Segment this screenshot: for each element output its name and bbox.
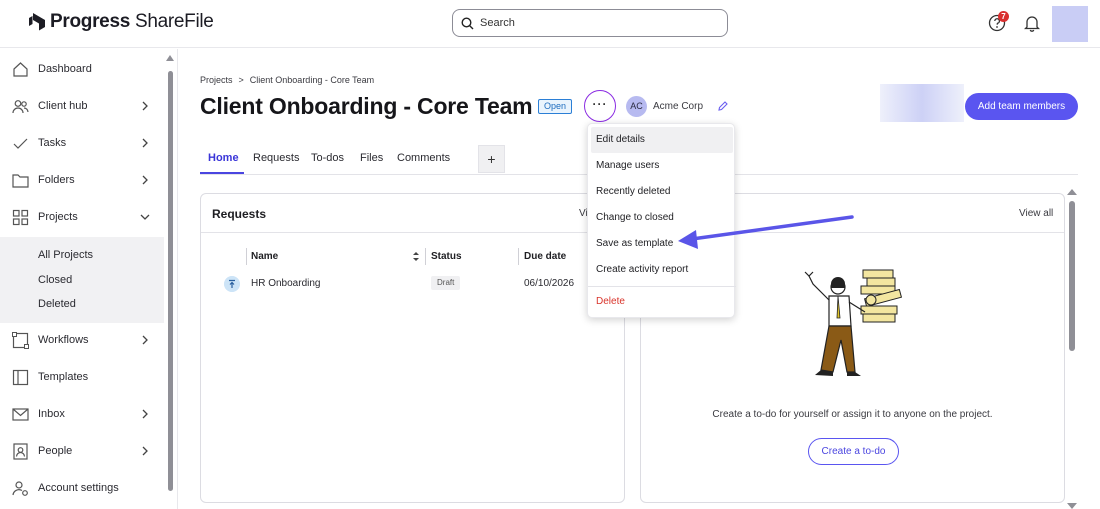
tab-todos[interactable]: To-dos — [311, 152, 344, 164]
bell-icon[interactable] — [1024, 14, 1040, 32]
request-name[interactable]: HR Onboarding — [251, 278, 320, 289]
sidebar-subitem-closed[interactable]: Closed — [38, 274, 72, 286]
column-header-name[interactable]: Name — [251, 251, 278, 262]
top-bar: Progress ShareFile 7 — [0, 0, 1100, 48]
menu-item-edit-details[interactable]: Edit details — [591, 127, 733, 153]
user-avatar[interactable] — [1052, 6, 1088, 42]
check-icon — [13, 138, 28, 149]
add-team-members-button[interactable]: Add team members — [965, 93, 1078, 120]
contact-icon — [13, 442, 28, 460]
chevron-right-icon — [142, 446, 148, 456]
sidebar: Dashboard Client hub Tasks Folders Proje… — [0, 49, 178, 509]
sidebar-item-tasks[interactable]: Tasks — [0, 125, 164, 161]
sidebar-item-account-settings[interactable]: Account settings — [0, 470, 164, 506]
column-separator — [518, 248, 519, 265]
breadcrumb-separator: > — [238, 75, 244, 85]
sidebar-item-folders[interactable]: Folders — [0, 162, 164, 198]
notification-count-badge: 7 — [998, 11, 1009, 22]
template-icon — [12, 369, 29, 385]
menu-item-manage-users[interactable]: Manage users — [588, 153, 736, 179]
scroll-down-arrow-icon[interactable] — [1067, 503, 1077, 509]
mail-icon — [12, 407, 29, 421]
divider — [201, 232, 624, 233]
menu-item-delete[interactable]: Delete — [588, 289, 736, 315]
menu-divider — [588, 286, 736, 287]
search-box[interactable] — [452, 9, 728, 37]
folder-icon — [12, 173, 29, 188]
scroll-up-arrow-icon[interactable] — [166, 55, 174, 61]
chevron-right-icon — [142, 138, 148, 148]
client-name[interactable]: Acme Corp — [653, 101, 703, 112]
logo-text: Progress ShareFile — [50, 11, 214, 32]
tab-home[interactable]: Home — [208, 152, 239, 164]
client-avatar: AC — [626, 96, 647, 117]
sidebar-item-inbox[interactable]: Inbox — [0, 396, 164, 432]
sidebar-item-workflows[interactable]: Workflows — [0, 322, 164, 358]
add-tab-button[interactable]: + — [478, 145, 505, 173]
breadcrumb: Projects > Client Onboarding - Core Team — [200, 75, 374, 85]
tab-files[interactable]: Files — [360, 152, 383, 164]
sidebar-subitem-deleted[interactable]: Deleted — [38, 298, 76, 310]
sharefile-logo[interactable]: Progress ShareFile — [28, 11, 214, 33]
progress-logo-icon — [29, 13, 45, 31]
todos-view-all-link[interactable]: View all — [1019, 208, 1053, 219]
requests-card: Requests Vi Name Status Due date HR Onbo… — [200, 193, 625, 503]
tab-requests[interactable]: Requests — [253, 152, 299, 164]
chevron-right-icon — [142, 335, 148, 345]
column-separator — [246, 248, 247, 265]
column-separator — [425, 248, 426, 265]
chevron-down-icon — [140, 214, 150, 220]
search-icon — [461, 16, 474, 29]
grid-icon — [12, 209, 29, 225]
chevron-right-icon — [142, 175, 148, 185]
tab-comments[interactable]: Comments — [397, 152, 450, 164]
active-tab-indicator — [200, 172, 244, 174]
sidebar-scrollbar[interactable] — [166, 55, 174, 493]
create-todo-button[interactable]: Create a to-do — [808, 438, 899, 465]
more-options-button[interactable]: ··· — [584, 90, 616, 122]
requests-card-title: Requests — [212, 207, 267, 221]
menu-item-save-as-template[interactable]: Save as template — [588, 231, 736, 257]
pencil-icon[interactable] — [717, 100, 729, 112]
scroll-up-arrow-icon[interactable] — [1067, 189, 1077, 195]
sidebar-item-projects[interactable]: Projects — [0, 199, 164, 235]
sidebar-subitem-all-projects[interactable]: All Projects — [38, 249, 93, 261]
blurred-team-avatars — [880, 84, 964, 122]
home-icon — [13, 61, 28, 77]
page-title: Client Onboarding - Core Team — [200, 93, 533, 119]
projects-submenu: All Projects Closed Deleted — [0, 237, 164, 323]
menu-item-change-to-closed[interactable]: Change to closed — [588, 205, 736, 231]
status-badge: Open — [538, 99, 573, 114]
sidebar-item-templates[interactable]: Templates — [0, 359, 164, 395]
sidebar-scroll-thumb[interactable] — [168, 71, 173, 491]
sidebar-item-client-hub[interactable]: Client hub — [0, 88, 164, 124]
breadcrumb-current: Client Onboarding - Core Team — [249, 75, 375, 85]
chevron-right-icon — [142, 101, 148, 111]
main-scrollbar[interactable] — [1067, 187, 1077, 509]
sort-icon[interactable] — [412, 251, 420, 262]
column-header-status[interactable]: Status — [431, 251, 462, 262]
workflow-icon — [12, 331, 29, 349]
sidebar-item-dashboard[interactable]: Dashboard — [0, 51, 164, 87]
chevron-right-icon — [142, 409, 148, 419]
upload-request-icon — [224, 276, 240, 292]
breadcrumb-projects-link[interactable]: Projects — [200, 75, 233, 85]
todos-empty-message: Create a to-do for yourself or assign it… — [712, 409, 993, 420]
search-input[interactable] — [480, 17, 710, 29]
people-icon — [12, 99, 29, 113]
account-settings-icon — [12, 480, 28, 496]
menu-item-create-activity-report[interactable]: Create activity report — [588, 257, 736, 283]
more-options-menu: Edit details Manage users Recently delet… — [587, 123, 736, 318]
sidebar-item-people[interactable]: People — [0, 433, 164, 469]
menu-item-recently-deleted[interactable]: Recently deleted — [588, 179, 736, 205]
column-header-due-date[interactable]: Due date — [524, 251, 566, 262]
request-status-badge: Draft — [431, 276, 461, 290]
person-carrying-books-illustration — [804, 269, 903, 376]
request-due-date: 06/10/2026 — [524, 278, 575, 289]
main-scroll-thumb[interactable] — [1069, 201, 1075, 351]
